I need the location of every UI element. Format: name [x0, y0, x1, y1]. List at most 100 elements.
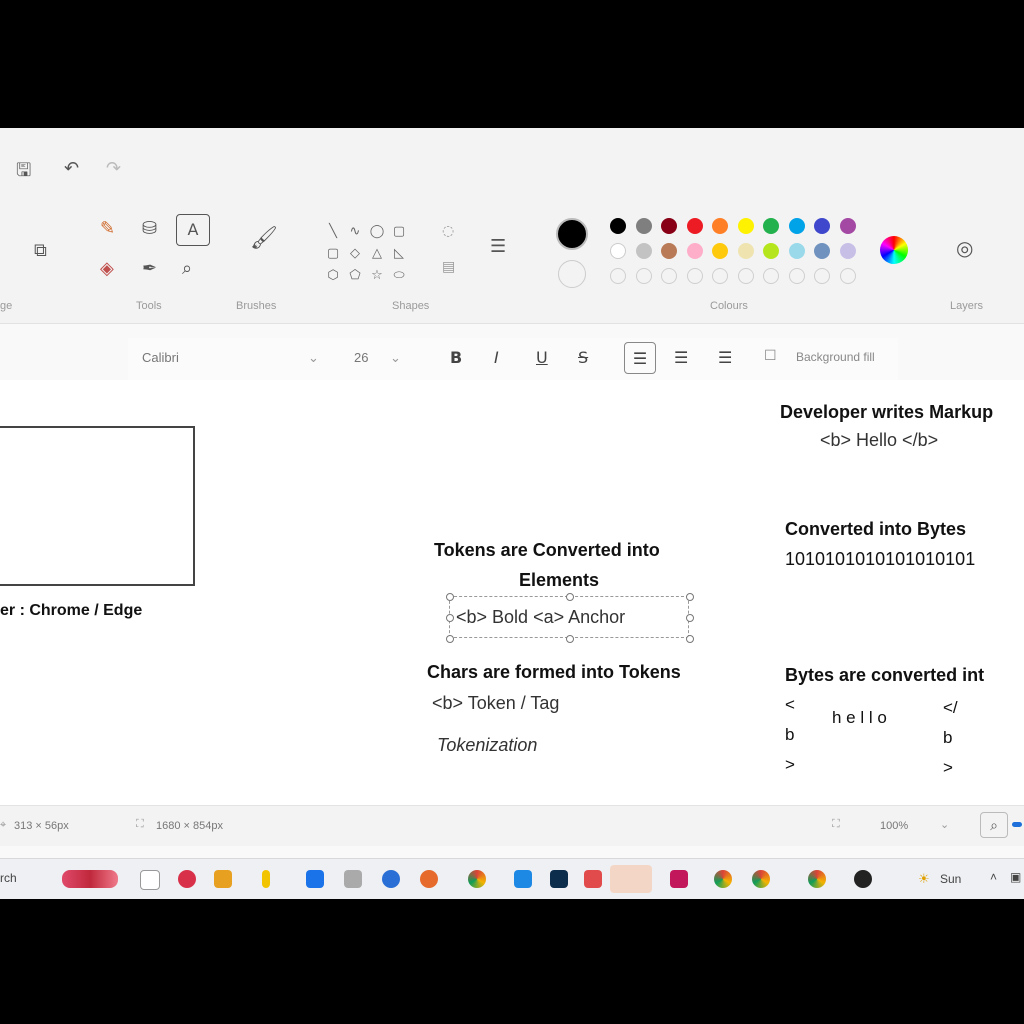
- colour-swatch[interactable]: [839, 218, 856, 234]
- curve-shape-icon[interactable]: ∿: [344, 220, 366, 242]
- colour-swatch[interactable]: [737, 218, 754, 234]
- zoom-dropdown-icon[interactable]: ⌄: [940, 818, 949, 831]
- mail-icon[interactable]: [306, 870, 324, 888]
- text-tool-icon[interactable]: A: [176, 214, 210, 246]
- selection-handle[interactable]: [446, 614, 454, 622]
- oval-shape-icon[interactable]: ◯: [366, 220, 388, 242]
- colour-swatch[interactable]: [814, 218, 830, 234]
- colour-1-swatch[interactable]: [556, 218, 588, 250]
- colour-swatch[interactable]: [814, 243, 830, 259]
- app-icon-6[interactable]: [550, 870, 568, 888]
- chrome-icon[interactable]: [468, 870, 486, 888]
- widget-icon[interactable]: [62, 870, 118, 888]
- fill-icon[interactable]: ⛁: [142, 220, 157, 238]
- font-size-select[interactable]: 26: [354, 350, 368, 365]
- size-icon[interactable]: ☰: [490, 238, 506, 256]
- redo-icon[interactable]: ↷: [106, 158, 121, 179]
- colour-swatch[interactable]: [661, 243, 677, 259]
- selection-handle[interactable]: [686, 635, 694, 643]
- star-shape-icon[interactable]: ☆: [366, 264, 388, 286]
- brush-icon[interactable]: 🖌: [250, 228, 278, 250]
- colour-swatch[interactable]: [635, 218, 652, 234]
- custom-colour-slot[interactable]: [788, 268, 805, 284]
- font-dropdown-icon[interactable]: ⌄: [308, 350, 319, 366]
- custom-colour-slot[interactable]: [686, 268, 703, 284]
- colour-swatch[interactable]: [661, 218, 677, 234]
- tokens-text[interactable]: <b> Bold <a> Anchor: [456, 607, 625, 628]
- diamond-shape-icon[interactable]: ◇: [344, 242, 366, 264]
- colour-swatch[interactable]: [788, 243, 805, 259]
- app-icon-9[interactable]: [854, 870, 872, 888]
- custom-colour-slot[interactable]: [737, 268, 754, 284]
- chrome-icon-4[interactable]: [808, 870, 826, 888]
- colour-swatch[interactable]: [610, 243, 626, 259]
- zoom-slider[interactable]: [1012, 822, 1022, 827]
- app-icon-7[interactable]: [584, 870, 602, 888]
- bold-button[interactable]: B: [450, 348, 462, 367]
- custom-colour-slot[interactable]: [635, 268, 652, 284]
- zoom-level[interactable]: 100%: [880, 820, 908, 832]
- magnifier-icon[interactable]: ⌕: [182, 260, 192, 278]
- colour-swatch[interactable]: [712, 218, 728, 234]
- line-shape-icon[interactable]: ╲: [322, 220, 344, 242]
- colour-swatch[interactable]: [763, 243, 779, 259]
- align-left-icon[interactable]: ☰: [624, 342, 656, 374]
- colour-swatch[interactable]: [686, 218, 703, 234]
- selection-handle[interactable]: [566, 593, 574, 601]
- custom-colour-slot[interactable]: [661, 268, 677, 284]
- colour-swatch[interactable]: [839, 243, 856, 259]
- fit-icon[interactable]: ⛶: [832, 818, 840, 831]
- color-picker-icon[interactable]: ✒: [142, 260, 157, 278]
- custom-colour-slot[interactable]: [763, 268, 779, 284]
- colour-swatch[interactable]: [686, 243, 703, 259]
- hexagon-shape-icon[interactable]: ⬡: [322, 264, 344, 286]
- custom-colour-slot[interactable]: [839, 268, 856, 284]
- app-icon-5[interactable]: [514, 870, 532, 888]
- pencil-icon[interactable]: ✎: [100, 220, 115, 238]
- rect-shape-icon[interactable]: ▢: [388, 220, 410, 242]
- background-fill-checkbox-icon[interactable]: ☐: [764, 348, 777, 364]
- colour-swatch[interactable]: [737, 243, 754, 259]
- custom-colour-slot[interactable]: [712, 268, 728, 284]
- align-center-icon[interactable]: ☰: [674, 348, 688, 367]
- colour-swatch[interactable]: [712, 243, 728, 259]
- triangle-shape-icon[interactable]: △: [366, 242, 388, 264]
- selection-handle[interactable]: [446, 635, 454, 643]
- colour-swatch[interactable]: [610, 218, 626, 234]
- colour-swatch[interactable]: [763, 218, 779, 234]
- chrome-icon-3[interactable]: [752, 870, 770, 888]
- tray-chevron-icon[interactable]: ˄: [990, 870, 997, 884]
- size-dropdown-icon[interactable]: ⌄: [390, 350, 401, 366]
- edge-icon[interactable]: [382, 870, 400, 888]
- outline-icon[interactable]: ◌: [442, 224, 454, 238]
- app-icon-2[interactable]: [214, 870, 232, 888]
- rounded-rect-shape-icon[interactable]: ▢: [322, 242, 344, 264]
- app-icon-8[interactable]: [670, 870, 688, 888]
- colour-2-swatch[interactable]: [558, 260, 586, 288]
- pentagon-shape-icon[interactable]: ⬠: [344, 264, 366, 286]
- app-icon-1[interactable]: [178, 870, 196, 888]
- chrome-icon-2[interactable]: [714, 870, 732, 888]
- colour-swatch[interactable]: [788, 218, 805, 234]
- custom-colour-slot[interactable]: [610, 268, 626, 284]
- italic-button[interactable]: I: [494, 348, 499, 367]
- task-view-icon[interactable]: [140, 870, 160, 890]
- font-family-select[interactable]: Calibri: [142, 350, 179, 365]
- custom-colour-slot[interactable]: [814, 268, 830, 284]
- zoom-magnifier-icon[interactable]: ⌕: [980, 812, 1008, 838]
- shape-fill-icon[interactable]: ▤: [442, 260, 455, 274]
- tray-icon[interactable]: ▣: [1010, 870, 1021, 884]
- save-icon[interactable]: 🖫: [16, 158, 31, 188]
- selection-handle[interactable]: [446, 593, 454, 601]
- app-icon-4[interactable]: [420, 870, 438, 888]
- layers-icon[interactable]: ◎: [956, 238, 973, 258]
- edit-colours-icon[interactable]: [880, 236, 908, 264]
- selection-handle[interactable]: [686, 593, 694, 601]
- file-explorer-icon[interactable]: [262, 870, 270, 888]
- app-icon-3[interactable]: [344, 870, 362, 888]
- selection-handle[interactable]: [566, 635, 574, 643]
- callout-shape-icon[interactable]: ⬭: [388, 264, 410, 286]
- selection-handle[interactable]: [686, 614, 694, 622]
- resize-icon[interactable]: ⧉: [34, 242, 47, 260]
- strikethrough-button[interactable]: S: [578, 348, 588, 367]
